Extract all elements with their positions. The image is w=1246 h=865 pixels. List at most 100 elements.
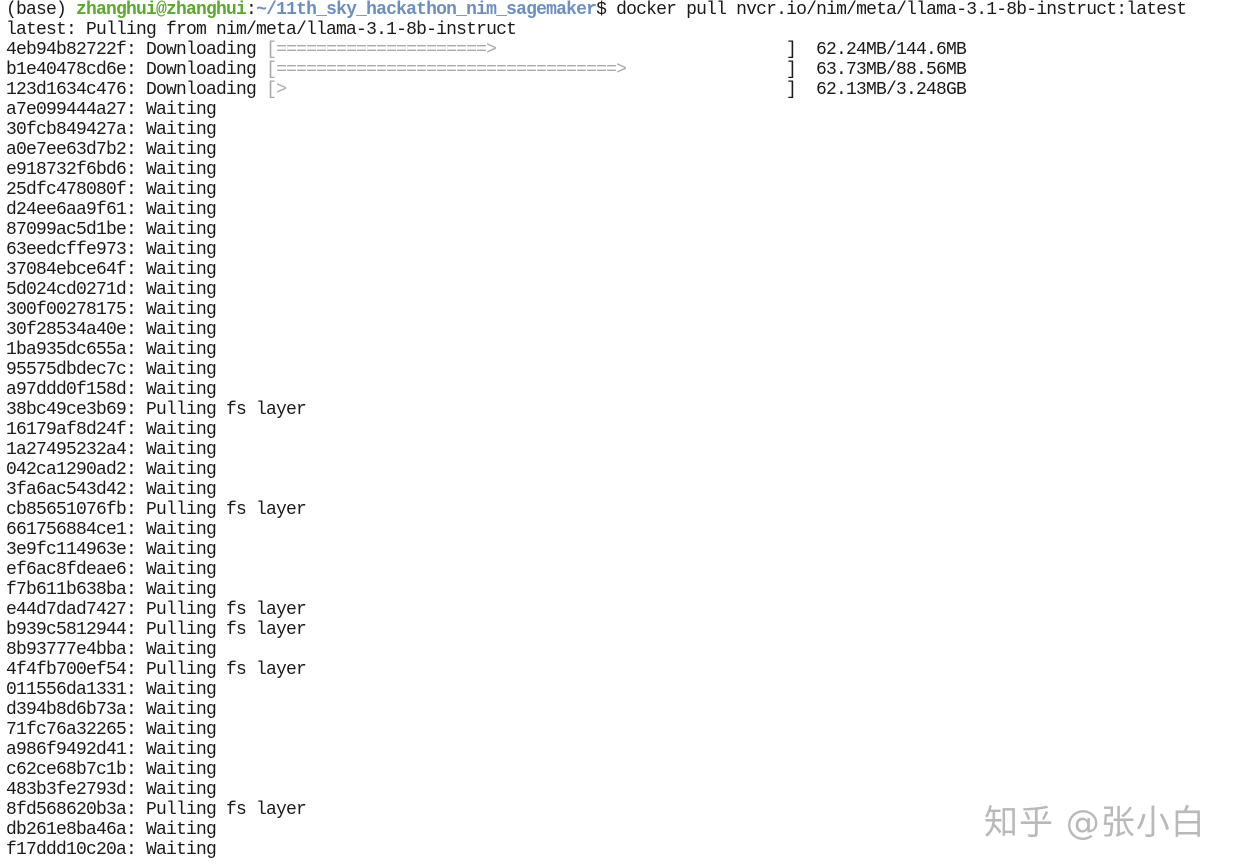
download-size: 62.13MB/3.248GB — [816, 80, 967, 100]
layer-id: 30fcb849427a: — [6, 120, 147, 140]
layer-row: e918732f6bd6: Waiting — [6, 160, 1246, 180]
cursor-line — [6, 860, 1246, 865]
layer-row: a97ddd0f158d: Waiting — [6, 380, 1246, 400]
layer-id: 3e9fc114963e: — [6, 540, 147, 560]
layer-row: 16179af8d24f: Waiting — [6, 420, 1246, 440]
layer-row: e44d7dad7427: Pulling fs layer — [6, 600, 1246, 620]
progress-bar-end: ] — [786, 60, 797, 80]
layer-status: Waiting — [146, 340, 217, 360]
layer-row: a0e7ee63d7b2: Waiting — [6, 140, 1246, 160]
layer-list: a7e099444a27: Waiting 30fcb849427a: Waiti… — [6, 100, 1246, 860]
layer-id: 37084ebce64f: — [6, 260, 147, 280]
layer-row: 661756884ce1: Waiting — [6, 520, 1246, 540]
layer-status: Waiting — [146, 180, 217, 200]
layer-status: Pulling fs layer — [146, 660, 307, 680]
prompt-colon: : — [246, 0, 257, 20]
layer-id: d394b8d6b73a: — [6, 700, 147, 720]
layer-status: Waiting — [146, 240, 217, 260]
layer-id: a7e099444a27: — [6, 100, 147, 120]
layer-row: cb85651076fb: Pulling fs layer — [6, 500, 1246, 520]
layer-status: Waiting — [146, 320, 217, 340]
layer-id: a0e7ee63d7b2: — [6, 140, 147, 160]
layer-status: Waiting — [146, 100, 217, 120]
layer-row: ef6ac8fdeae6: Waiting — [6, 560, 1246, 580]
download-row: 4eb94b82722f: Downloading [=============… — [6, 40, 1246, 60]
layer-id: d24ee6aa9f61: — [6, 200, 147, 220]
layer-id: e44d7dad7427: — [6, 600, 147, 620]
layer-id: 483b3fe2793d: — [6, 780, 147, 800]
layer-id: 300f00278175: — [6, 300, 147, 320]
layer-id: 042ca1290ad2: — [6, 460, 147, 480]
layer-row: 63eedcffe973: Waiting — [6, 240, 1246, 260]
layer-row: 1ba935dc655a: Waiting — [6, 340, 1246, 360]
progress-bar-end: ] — [786, 40, 797, 60]
layer-row: 3fa6ac543d42: Waiting — [6, 480, 1246, 500]
layer-status: Waiting — [146, 460, 217, 480]
layer-id: 1ba935dc655a: — [6, 340, 147, 360]
layer-id: 87099ac5d1be: — [6, 220, 147, 240]
layer-row: f7b611b638ba: Waiting — [6, 580, 1246, 600]
layer-id: 011556da1331: — [6, 680, 147, 700]
layer-row: 1a27495232a4: Waiting — [6, 440, 1246, 460]
layer-status: Waiting — [146, 560, 217, 580]
layer-status: Waiting — [146, 520, 217, 540]
layer-row: a986f9492d41: Waiting — [6, 740, 1246, 760]
download-row: 123d1634c476: Downloading [>] 62.13MB/3.2… — [6, 80, 1246, 100]
conda-env: (base) — [6, 0, 77, 20]
layer-row: 011556da1331: Waiting — [6, 680, 1246, 700]
working-directory: ~/11th_sky_hackathon_nim_sagemaker — [256, 0, 597, 20]
layer-status: Pulling fs layer — [146, 620, 307, 640]
layer-row: 25dfc478080f: Waiting — [6, 180, 1246, 200]
layer-row: 37084ebce64f: Waiting — [6, 260, 1246, 280]
layer-status: Waiting — [146, 820, 217, 840]
layer-status: Waiting — [146, 220, 217, 240]
layer-status: Pulling fs layer — [146, 500, 307, 520]
layer-status: Pulling fs layer — [146, 600, 307, 620]
download-size: 62.24MB/144.6MB — [816, 40, 967, 60]
layer-status: Waiting — [146, 640, 217, 660]
layer-status: Pulling fs layer — [146, 400, 307, 420]
download-row: b1e40478cd6e: Downloading [=============… — [6, 60, 1246, 80]
layer-row: 3e9fc114963e: Waiting — [6, 540, 1246, 560]
progress-bar: [==================================> — [266, 60, 627, 80]
layer-id: 4f4fb700ef54: — [6, 660, 147, 680]
layer-id: f17ddd10c20a: — [6, 840, 147, 860]
layer-id: ef6ac8fdeae6: — [6, 560, 147, 580]
progress-bar-end: ] — [786, 80, 797, 100]
layer-row: 30f28534a40e: Waiting — [6, 320, 1246, 340]
layer-status: Waiting — [146, 300, 217, 320]
layer-row: 38bc49ce3b69: Pulling fs layer — [6, 400, 1246, 420]
layer-status: Waiting — [146, 540, 217, 560]
layer-row: a7e099444a27: Waiting — [6, 100, 1246, 120]
terminal-window[interactable]: (base) zhanghui@zhanghui:~/11th_sky_hack… — [0, 0, 1246, 865]
layer-id: e918732f6bd6: — [6, 160, 147, 180]
layer-row: 71fc76a32265: Waiting — [6, 720, 1246, 740]
layer-row: d24ee6aa9f61: Waiting — [6, 200, 1246, 220]
download-size: 63.73MB/88.56MB — [816, 60, 967, 80]
layer-id: 8b93777e4bba: — [6, 640, 147, 660]
layer-status: Waiting — [146, 160, 217, 180]
layer-status: Waiting — [146, 720, 217, 740]
command-text: $ docker pull nvcr.io/nim/meta/llama-3.1… — [596, 0, 1187, 20]
status-line: latest: Pulling from nim/meta/llama-3.1-… — [6, 20, 517, 40]
watermark: 知乎 @张小白 — [984, 803, 1206, 843]
layer-row: d394b8d6b73a: Waiting — [6, 700, 1246, 720]
layer-id: 5d024cd0271d: — [6, 280, 147, 300]
layer-row: 8b93777e4bba: Waiting — [6, 640, 1246, 660]
layer-id: 95575dbdec7c: — [6, 360, 147, 380]
layer-row: 30fcb849427a: Waiting — [6, 120, 1246, 140]
layer-status: Waiting — [146, 480, 217, 500]
layer-status: Waiting — [146, 680, 217, 700]
layer-id: 123d1634c476: — [6, 80, 147, 100]
layer-id: f7b611b638ba: — [6, 580, 147, 600]
layer-status: Waiting — [146, 380, 217, 400]
layer-id: b1e40478cd6e: — [6, 60, 147, 80]
layer-id: 1a27495232a4: — [6, 440, 147, 460]
layer-status: Waiting — [146, 420, 217, 440]
layer-status: Waiting — [146, 280, 217, 300]
layer-id: 8fd568620b3a: — [6, 800, 147, 820]
layer-id: 63eedcffe973: — [6, 240, 147, 260]
layer-row: 87099ac5d1be: Waiting — [6, 220, 1246, 240]
layer-row: 042ca1290ad2: Waiting — [6, 460, 1246, 480]
layer-status: Pulling fs layer — [146, 800, 307, 820]
